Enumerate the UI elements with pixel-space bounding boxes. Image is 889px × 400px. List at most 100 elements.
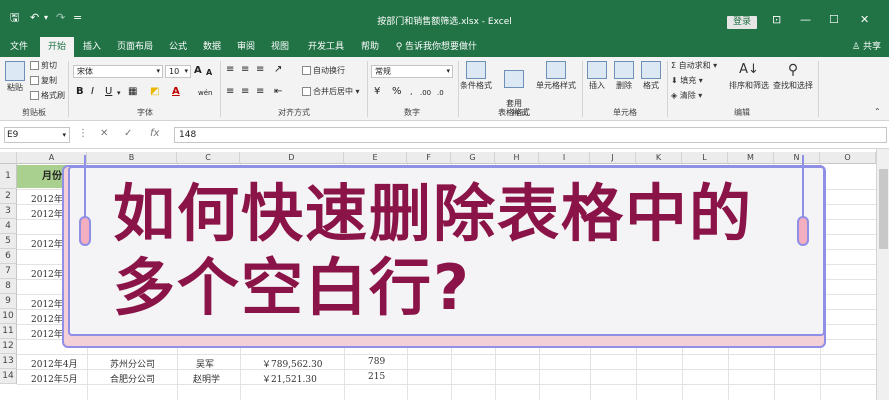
merge-center-button[interactable]: 合并后居中 ▾ [302,87,360,97]
autosum-button[interactable]: Σ 自动求和 ▾ [671,61,717,71]
cell-b13[interactable]: 苏州分公司 [110,357,155,370]
cell-c14[interactable]: 赵明学 [193,372,220,385]
find-select-button[interactable]: ⚲ 查找和选择 [771,61,815,90]
delete-cells-button[interactable]: 删除 [611,61,637,90]
row-header[interactable]: 13 [0,354,17,369]
share-button[interactable]: ♙ 共享 [852,37,881,57]
tab-page-layout[interactable]: 页面布局 [112,37,158,57]
cell-c13[interactable]: 吴军 [196,357,214,370]
tab-data[interactable]: 数据 [198,37,226,57]
underline-dropdown-icon[interactable]: ▾ [117,87,121,99]
shrink-font-button[interactable]: A [206,67,212,79]
row-header[interactable]: 5 [0,234,17,249]
row-header[interactable]: 11 [0,324,17,339]
tab-review[interactable]: 审阅 [232,37,260,57]
scrollbar-thumb[interactable] [879,169,888,249]
cell-a9[interactable]: 2012年4 [31,297,65,310]
number-format-select[interactable]: 常规 ▾ [371,65,453,78]
column-header-l[interactable]: L [682,152,728,164]
column-header-h[interactable]: H [495,152,539,164]
increase-decimal-icon[interactable]: .00 [420,87,431,99]
name-box[interactable]: E9 ▾ [4,127,70,143]
grow-font-button[interactable]: A [194,65,202,77]
tab-file[interactable]: 文件 [4,37,34,57]
row-header[interactable]: 9 [0,294,17,309]
italic-button[interactable]: I [91,86,94,98]
paste-button[interactable]: 粘贴 [4,61,26,92]
border-icon[interactable]: ▦ [128,86,137,98]
conditional-format-button[interactable]: 条件格式 [458,61,494,90]
tab-developer[interactable]: 开发工具 [302,37,350,57]
vertical-scrollbar[interactable] [876,149,889,400]
column-header-i[interactable]: I [539,152,590,164]
underline-button[interactable]: U [105,86,112,98]
tab-home[interactable]: 开始 [40,37,74,57]
column-header-n[interactable]: N [774,152,820,164]
ribbon-display-options-icon[interactable]: ⊡ [772,14,781,26]
align-bottom-icon[interactable]: ≡ [256,64,264,76]
cell-a10[interactable]: 2012年4 [31,312,65,325]
tell-me-search[interactable]: 告诉我你想要做什么 [405,37,485,72]
row-header[interactable]: 10 [0,309,17,324]
column-header-a[interactable]: A [17,152,87,164]
row-header[interactable]: 2 [0,189,17,204]
column-header-d[interactable]: D [240,152,344,164]
cancel-entry-icon[interactable]: ✕ [100,128,108,139]
insert-function-icon[interactable]: fx [150,128,159,139]
format-cells-button[interactable]: 格式 [638,61,664,90]
comma-style-icon[interactable]: , [410,86,413,98]
cell-a11[interactable]: 2012年4 [31,327,65,340]
cell-e14[interactable]: 215 [368,372,385,382]
align-center-icon[interactable]: ≡ [241,86,249,98]
column-header-b[interactable]: B [87,152,177,164]
maximize-icon[interactable]: ☐ [829,14,839,26]
cell-styles-button[interactable]: 单元格样式 [533,61,579,90]
login-button[interactable]: 登录 [727,16,757,29]
row-header[interactable]: 3 [0,204,17,219]
cell-e13[interactable]: 789 [368,357,385,367]
indent-icon[interactable]: ⇤ [274,86,282,98]
tab-view[interactable]: 视图 [266,37,294,57]
cell-d14[interactable]: ￥21,521.30 [262,372,317,385]
column-header-g[interactable]: G [451,152,495,164]
column-header-e[interactable]: E [344,152,407,164]
row-header[interactable]: 6 [0,249,17,264]
align-right-icon[interactable]: ≡ [256,86,264,98]
cell-a13[interactable]: 2012年4月 [31,357,78,370]
wrap-text-button[interactable]: 自动换行 [302,66,345,76]
cell-a5[interactable]: 2012年4 [31,237,65,250]
align-middle-icon[interactable]: ≡ [241,64,249,76]
collapse-ribbon-icon[interactable]: ⌃ [874,107,881,117]
bold-button[interactable]: B [76,86,84,98]
accounting-format-icon[interactable]: ¥ [374,86,380,98]
row-header[interactable]: 14 [0,369,17,384]
align-top-icon[interactable]: ≡ [226,64,234,76]
cell-d13[interactable]: ￥789,562.30 [262,357,323,370]
column-header-c[interactable]: C [177,152,240,164]
font-name-select[interactable]: 宋体 ▾ [73,65,163,78]
tab-formulas[interactable]: 公式 [164,37,192,57]
row-header[interactable]: 4 [0,219,17,234]
font-size-select[interactable]: 10 ▾ [165,65,191,78]
decrease-decimal-icon[interactable]: .0 [437,87,444,99]
tab-insert[interactable]: 插入 [78,37,106,57]
sort-filter-button[interactable]: A↓ 排序和筛选 [727,61,771,90]
row-header[interactable]: 1 [0,164,17,189]
cell-a14[interactable]: 2012年5月 [31,372,78,385]
tab-help[interactable]: 帮助 [356,37,384,57]
phonetic-guide-button[interactable]: wén [198,87,212,99]
row-header[interactable]: 12 [0,339,17,354]
align-left-icon[interactable]: ≡ [226,86,234,98]
cell-a3[interactable]: 2012年4 [31,207,65,220]
select-all-corner[interactable] [0,152,17,164]
minimize-icon[interactable]: — [800,14,811,26]
copy-button[interactable]: 复制 [30,76,57,86]
row-header[interactable]: 7 [0,264,17,279]
column-header-k[interactable]: K [636,152,682,164]
column-header-o[interactable]: O [820,152,876,164]
format-painter-button[interactable]: 格式刷 [30,91,65,101]
row-header[interactable]: 8 [0,279,17,294]
close-icon[interactable]: ✕ [860,14,869,26]
insert-cells-button[interactable]: 插入 [584,61,610,90]
column-header-j[interactable]: J [590,152,636,164]
